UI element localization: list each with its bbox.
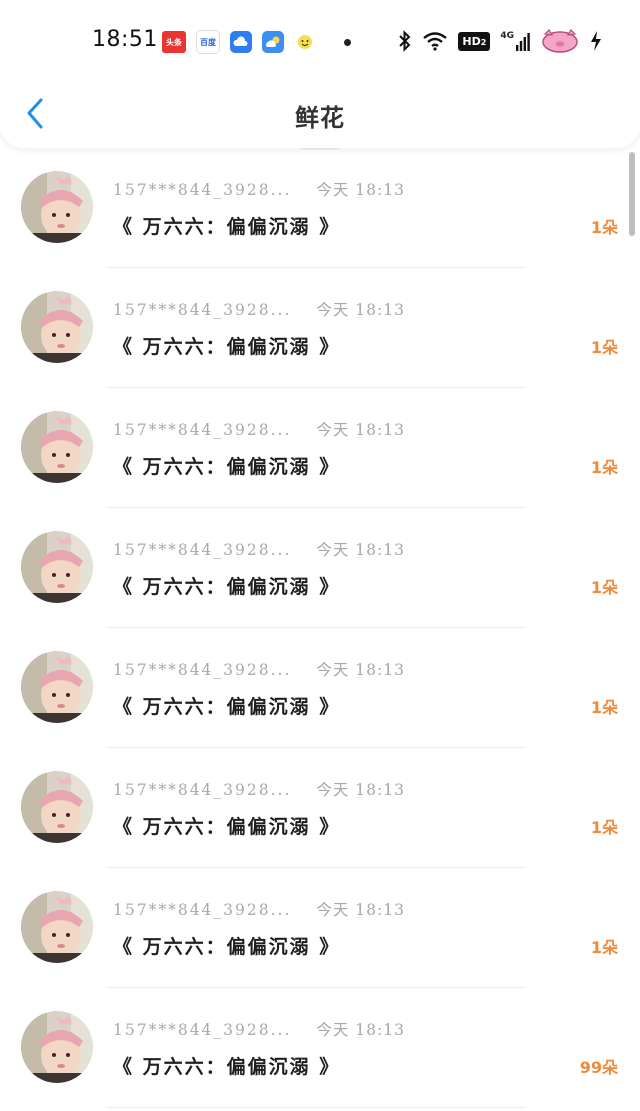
avatar-image xyxy=(21,1011,93,1083)
timestamp: 今天 18:13 xyxy=(316,901,405,919)
timestamp: 今天 18:13 xyxy=(316,181,405,199)
flower-count: 1朵 xyxy=(590,218,618,237)
row-divider xyxy=(106,387,526,388)
avatar xyxy=(21,171,93,243)
list-item[interactable]: 157***844_3928... 今天 18:13 《 万六六：偏偏沉溺 》 … xyxy=(0,270,640,390)
row-divider xyxy=(106,507,526,508)
flower-count: 1朵 xyxy=(590,338,618,357)
book-title: 《 万六六：偏偏沉溺 》 xyxy=(113,576,341,598)
row-meta: 157***844_3928... 今天 18:13 xyxy=(113,418,405,440)
cloud-app-icon xyxy=(230,31,252,53)
system-status-icons: HD2 4G xyxy=(398,29,602,53)
flower-count: 1朵 xyxy=(590,818,618,837)
flower-count: 99朵 xyxy=(579,1058,618,1077)
pig-battery-icon xyxy=(542,29,578,53)
book-title: 《 万六六：偏偏沉溺 》 xyxy=(113,936,341,958)
avatar-image xyxy=(21,171,93,243)
book-title: 《 万六六：偏偏沉溺 》 xyxy=(113,216,341,238)
nav-bar: 鲜花 xyxy=(0,82,640,148)
book-title: 《 万六六：偏偏沉溺 》 xyxy=(113,456,341,478)
hd-badge: HD2 xyxy=(458,31,491,51)
row-divider xyxy=(106,1107,526,1108)
baidu-app-icon: 百度 xyxy=(196,30,220,54)
user-name: 157***844_3928... xyxy=(113,661,292,679)
bluetooth-icon xyxy=(399,30,411,52)
status-bar: 18:51 头条 百度 HD2 4G xyxy=(0,0,640,82)
row-meta: 157***844_3928... 今天 18:13 xyxy=(113,778,405,800)
hd-label: HD xyxy=(462,34,481,48)
notification-icons: 头条 百度 xyxy=(162,30,351,54)
avatar xyxy=(21,891,93,963)
row-meta: 157***844_3928... 今天 18:13 xyxy=(113,178,405,200)
page-title: 鲜花 xyxy=(295,104,345,132)
list-item[interactable]: 157***844_3928... 今天 18:13 《 万六六：偏偏沉溺 》 … xyxy=(0,870,640,990)
avatar xyxy=(21,1011,93,1083)
list-item[interactable]: 157***844_3928... 今天 18:13 《 万六六：偏偏沉溺 》 … xyxy=(0,990,640,1110)
avatar-image xyxy=(21,291,93,363)
scrollbar[interactable] xyxy=(629,152,635,236)
flower-count: 1朵 xyxy=(590,938,618,957)
row-divider xyxy=(106,627,526,628)
user-name: 157***844_3928... xyxy=(113,781,292,799)
avatar xyxy=(21,531,93,603)
flower-count: 1朵 xyxy=(590,458,618,477)
timestamp: 今天 18:13 xyxy=(316,1021,405,1039)
row-meta: 157***844_3928... 今天 18:13 xyxy=(113,658,405,680)
avatar-image xyxy=(21,651,93,723)
book-title: 《 万六六：偏偏沉溺 》 xyxy=(113,696,341,718)
baidu-app-label: 百度 xyxy=(200,37,216,47)
avatar-image xyxy=(21,411,93,483)
row-divider xyxy=(106,267,526,268)
flower-count: 1朵 xyxy=(590,698,618,717)
user-name: 157***844_3928... xyxy=(113,301,292,319)
row-meta: 157***844_3928... 今天 18:13 xyxy=(113,898,405,920)
timestamp: 今天 18:13 xyxy=(316,661,405,679)
flower-record-list: 157***844_3928... 今天 18:13 《 万六六：偏偏沉溺 》 … xyxy=(0,150,640,1110)
avatar xyxy=(21,651,93,723)
avatar xyxy=(21,291,93,363)
timestamp: 今天 18:13 xyxy=(316,301,405,319)
timestamp: 今天 18:13 xyxy=(316,781,405,799)
avatar-image xyxy=(21,891,93,963)
user-name: 157***844_3928... xyxy=(113,901,292,919)
signal-indicator: 4G xyxy=(500,31,530,51)
row-divider xyxy=(106,867,526,868)
row-meta: 157***844_3928... 今天 18:13 xyxy=(113,298,405,320)
wifi-icon xyxy=(423,32,448,51)
more-notifications-dot xyxy=(344,38,351,46)
user-name: 157***844_3928... xyxy=(113,1021,292,1039)
timestamp: 今天 18:13 xyxy=(316,541,405,559)
row-divider xyxy=(106,987,526,988)
avatar-image xyxy=(21,531,93,603)
status-time: 18:51 xyxy=(92,27,158,52)
user-name: 157***844_3928... xyxy=(113,541,292,559)
row-meta: 157***844_3928... 今天 18:13 xyxy=(113,1018,405,1040)
timestamp: 今天 18:13 xyxy=(316,421,405,439)
avatar xyxy=(21,411,93,483)
user-name: 157***844_3928... xyxy=(113,421,292,439)
toutiao-app-icon: 头条 xyxy=(162,31,186,53)
charging-icon xyxy=(591,31,601,51)
smile-app-icon xyxy=(294,31,316,53)
user-name: 157***844_3928... xyxy=(113,181,292,199)
book-title: 《 万六六：偏偏沉溺 》 xyxy=(113,1056,341,1078)
list-item[interactable]: 157***844_3928... 今天 18:13 《 万六六：偏偏沉溺 》 … xyxy=(0,510,640,630)
signal-bars-icon xyxy=(516,33,530,51)
weather-app-icon xyxy=(262,31,284,53)
row-meta: 157***844_3928... 今天 18:13 xyxy=(113,538,405,560)
list-item[interactable]: 157***844_3928... 今天 18:13 《 万六六：偏偏沉溺 》 … xyxy=(0,630,640,750)
list-item[interactable]: 157***844_3928... 今天 18:13 《 万六六：偏偏沉溺 》 … xyxy=(0,750,640,870)
flower-count: 1朵 xyxy=(590,578,618,597)
book-title: 《 万六六：偏偏沉溺 》 xyxy=(113,336,341,358)
avatar-image xyxy=(21,771,93,843)
network-type-label: 4G xyxy=(500,31,514,41)
list-item[interactable]: 157***844_3928... 今天 18:13 《 万六六：偏偏沉溺 》 … xyxy=(0,390,640,510)
list-item[interactable]: 157***844_3928... 今天 18:13 《 万六六：偏偏沉溺 》 … xyxy=(0,150,640,270)
row-divider xyxy=(106,747,526,748)
avatar xyxy=(21,771,93,843)
book-title: 《 万六六：偏偏沉溺 》 xyxy=(113,816,341,838)
